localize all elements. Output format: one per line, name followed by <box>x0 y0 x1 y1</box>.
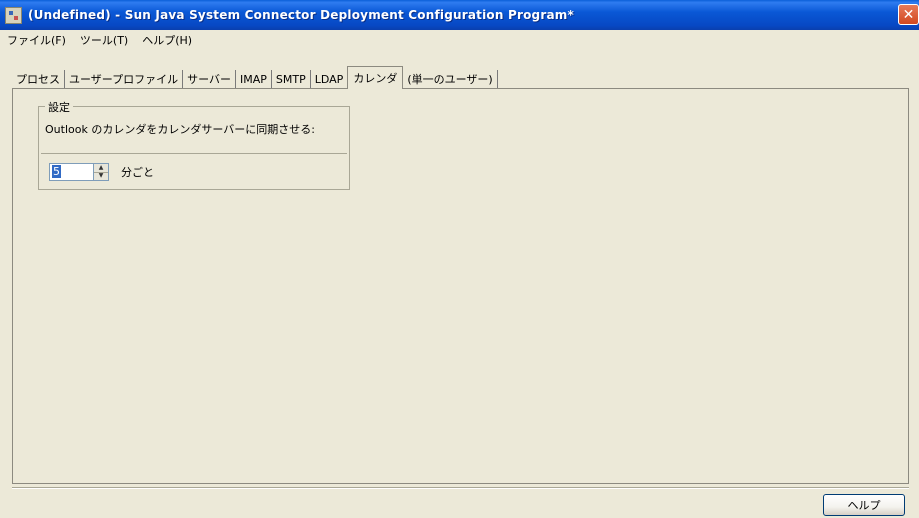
tab-calendar[interactable]: カレンダ <box>347 66 404 89</box>
menu-file[interactable]: ファイル(F) <box>0 32 73 48</box>
settings-groupbox: 設定 Outlook のカレンダをカレンダサーバーに同期させる: 5 ▲ ▼ 分… <box>38 99 350 190</box>
tab-strip: プロセス ユーザープロファイル サーバー IMAP SMTP LDAP カレンダ… <box>12 64 498 89</box>
window-title: (Undefined) - Sun Java System Connector … <box>28 8 574 22</box>
calendar-tab-panel: 設定 Outlook のカレンダをカレンダサーバーに同期させる: 5 ▲ ▼ 分… <box>12 88 909 484</box>
bottom-divider <box>12 487 909 489</box>
settings-group-title: 設定 <box>45 99 73 115</box>
tab-imap[interactable]: IMAP <box>236 70 272 88</box>
app-icon[interactable] <box>5 6 22 24</box>
interval-value: 5 <box>52 165 61 178</box>
tab-server[interactable]: サーバー <box>183 70 237 88</box>
tab-single-user[interactable]: (単一のユーザー) <box>403 70 498 88</box>
menu-bar: ファイル(F) ツール(T) ヘルプ(H) <box>0 30 919 49</box>
tab-user-profile[interactable]: ユーザープロファイル <box>65 70 184 88</box>
help-button[interactable]: ヘルプ <box>823 494 905 516</box>
menu-help[interactable]: ヘルプ(H) <box>135 32 199 48</box>
tab-process[interactable]: プロセス <box>12 70 65 88</box>
close-icon: ✕ <box>902 6 915 23</box>
main-window: (Undefined) - Sun Java System Connector … <box>0 0 919 518</box>
tab-smtp[interactable]: SMTP <box>272 70 311 88</box>
interval-spinner[interactable]: 5 ▲ ▼ <box>49 163 109 181</box>
tab-ldap[interactable]: LDAP <box>311 70 348 88</box>
sync-description: Outlook のカレンダをカレンダサーバーに同期させる: <box>45 123 315 136</box>
interval-input[interactable]: 5 <box>49 163 94 181</box>
menu-tools[interactable]: ツール(T) <box>73 32 135 48</box>
spin-buttons: ▲ ▼ <box>94 163 109 181</box>
title-bar[interactable]: (Undefined) - Sun Java System Connector … <box>0 0 919 30</box>
close-button[interactable]: ✕ <box>898 4 919 25</box>
interval-unit-label: 分ごと <box>121 166 154 179</box>
interval-row: 5 ▲ ▼ 分ごと <box>41 153 347 189</box>
spin-up-icon[interactable]: ▲ <box>94 164 108 173</box>
spin-down-icon[interactable]: ▼ <box>94 172 108 180</box>
